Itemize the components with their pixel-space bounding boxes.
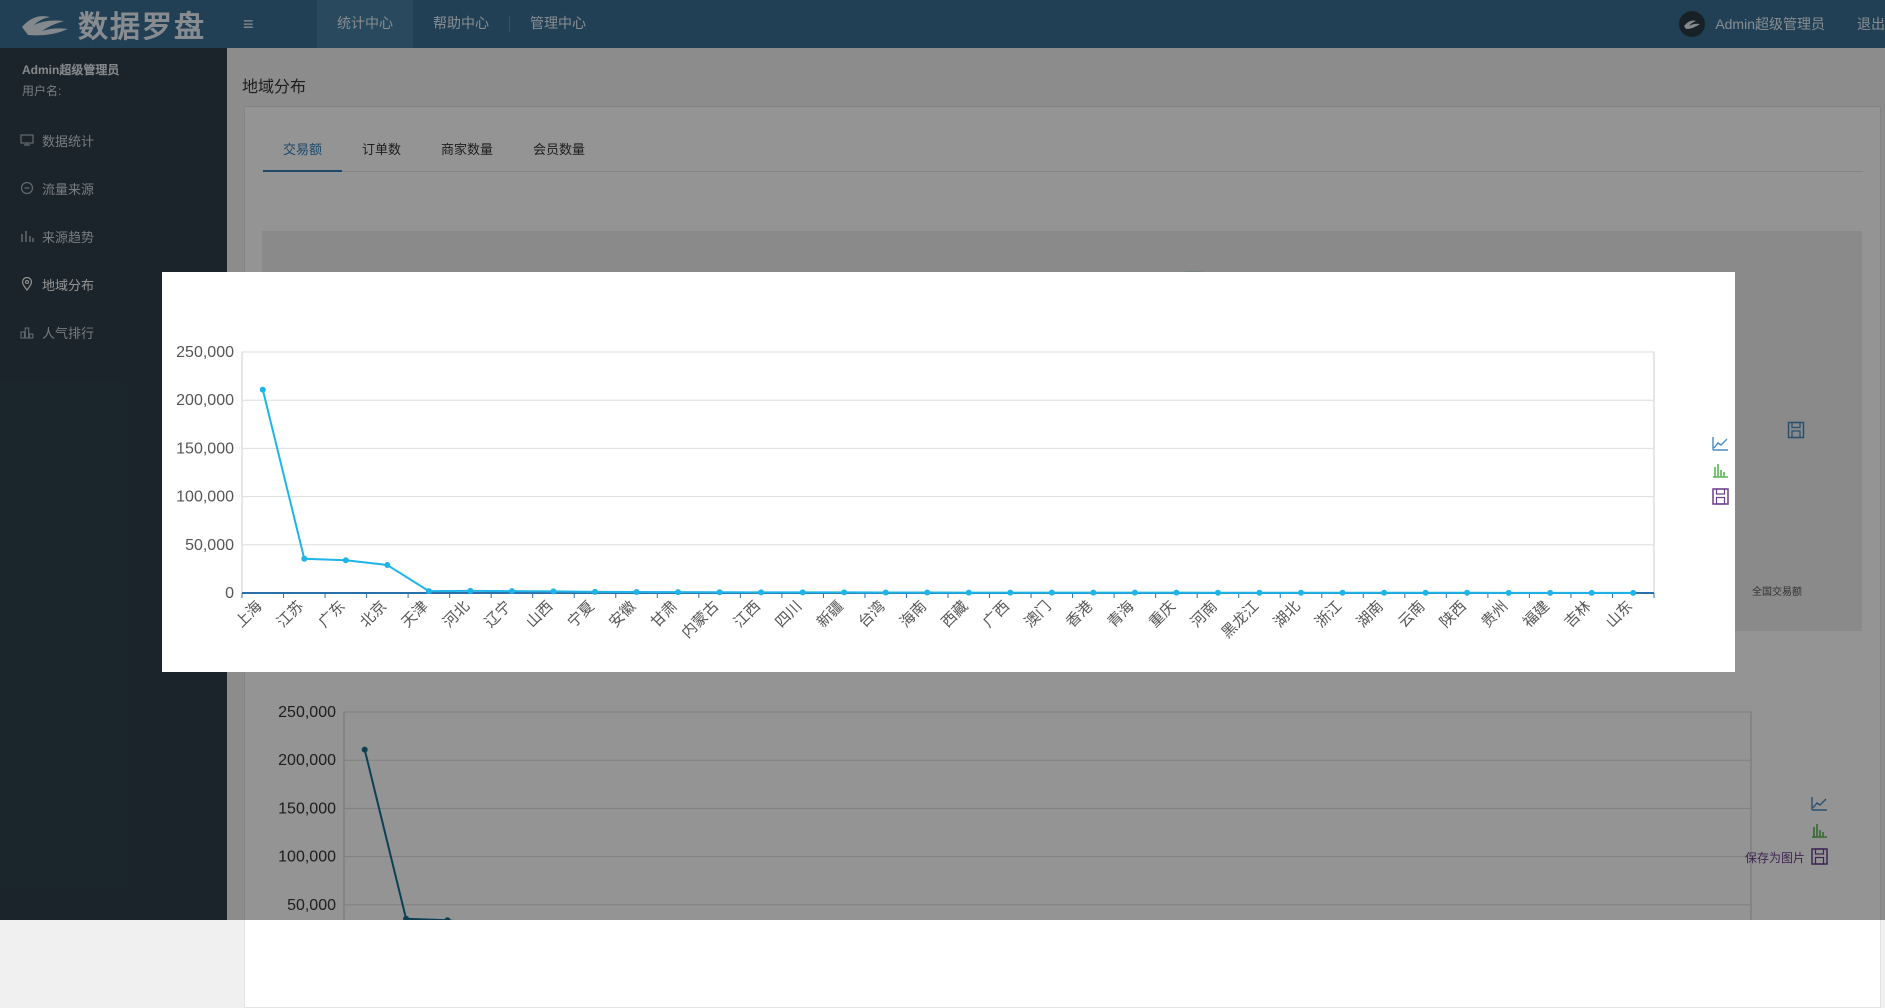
x-tick-label: 青海 [1104,597,1138,631]
x-tick-label: 香港 [1062,597,1096,631]
data-point[interactable] [758,589,765,596]
x-tick-label: 西藏 [938,597,972,631]
data-point[interactable] [384,562,391,569]
data-point[interactable] [592,588,598,595]
data-point[interactable] [1214,589,1221,596]
data-point[interactable] [550,588,557,595]
data-point[interactable] [841,589,848,596]
x-tick-label: 湖北 [1270,597,1304,631]
x-tick-label: 山东 [1602,597,1636,631]
x-tick-label: 广西 [979,597,1013,631]
x-tick-label: 吉林 [1561,597,1595,631]
data-point[interactable] [965,589,972,596]
y-tick-label: 200,000 [176,392,234,409]
x-tick-label: 内蒙古 [678,597,723,642]
line-chart: 050,000100,000150,000200,000250,000上海 江苏广… [176,344,1729,642]
x-tick-label: 北京 [356,597,390,631]
x-tick-label: 山西 [522,597,556,631]
data-point[interactable] [716,589,723,596]
x-tick-label: 江苏 [273,597,307,631]
series-line [261,389,1634,594]
data-point[interactable] [675,589,682,596]
data-point[interactable] [342,557,349,564]
x-tick-label: 福建 [1519,597,1553,631]
x-tick-label: 河南 [1187,597,1221,631]
data-point[interactable] [799,589,806,596]
data-point[interactable] [1007,589,1014,596]
data-point[interactable] [1048,589,1055,596]
x-tick-label: 黑龙江 [1218,597,1263,642]
data-point[interactable] [633,589,640,596]
data-point[interactable] [1090,589,1097,596]
data-point[interactable] [1505,589,1512,596]
data-point[interactable] [508,588,515,595]
data-point[interactable] [1547,589,1554,596]
x-tick-label: 辽宁 [481,597,515,631]
x-tick-label: 宁夏 [564,597,598,631]
x-tick-label: 海南 [896,597,930,631]
data-point[interactable] [1173,589,1180,596]
data-point[interactable] [1256,589,1263,596]
line-chart-toggle-icon[interactable] [1712,437,1728,451]
data-point[interactable] [1630,589,1637,596]
x-tick-label: 浙江 [1311,597,1345,631]
x-tick-label: 湖南 [1353,597,1387,631]
y-tick-label: 100,000 [176,489,234,506]
data-point[interactable] [1131,589,1138,596]
y-tick-label: 150,000 [176,440,234,457]
data-point[interactable] [1381,589,1388,596]
data-point[interactable] [882,589,889,596]
x-tick-label: 陕西 [1436,597,1470,631]
x-tick-label: 四川 [772,597,806,631]
plot-area [241,351,1655,594]
data-point[interactable] [924,589,931,596]
data-point[interactable] [1588,589,1595,596]
x-tick-label: 河北 [439,597,473,631]
data-point[interactable] [1422,589,1429,596]
y-tick-label: 250,000 [176,344,234,361]
x-tick-label: 台湾 [855,597,889,631]
y-tick-label: 50,000 [185,537,234,554]
y-tick-label: 0 [225,585,234,602]
x-tick-label: 甘肃 [647,597,681,631]
x-tick-label: 云南 [1394,597,1428,631]
data-point[interactable] [1339,589,1346,596]
x-tick-label: 澳门 [1021,597,1055,631]
x-tick-label: 天津 [398,597,432,631]
data-point[interactable] [1464,589,1471,596]
save-image-icon[interactable] [1712,488,1729,505]
x-tick-label: 广东 [315,597,349,631]
x-tick-label: 上海 [232,597,266,631]
chart-popup: 0 50,000 100,000 150,000 200,000 250,000 上海 江苏广… [162,272,1735,672]
data-point[interactable] [259,386,266,393]
data-point[interactable] [301,555,308,562]
data-point[interactable] [425,588,432,595]
x-tick-label: 新疆 [813,597,847,631]
x-tick-label: 安徽 [605,597,639,631]
data-point[interactable] [1298,589,1304,596]
x-tick-label: 重庆 [1145,597,1179,631]
data-point[interactable] [467,587,474,594]
x-tick-label: 贵州 [1478,597,1512,631]
bar-chart-toggle-icon[interactable] [1713,464,1728,478]
x-tick-label: 江西 [730,597,764,631]
